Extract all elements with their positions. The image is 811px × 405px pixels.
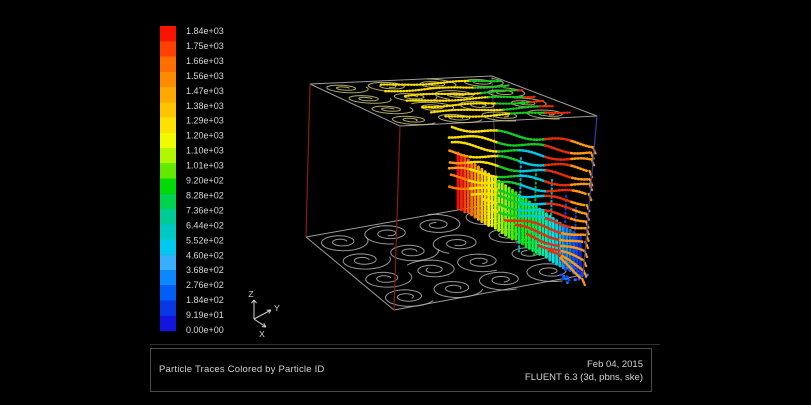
particle-dot (574, 278, 577, 281)
colorbar-label: 3.68e+02 (186, 265, 224, 275)
colorbar-label: 1.20e+03 (186, 131, 224, 141)
colorbar-segment (160, 133, 176, 148)
colorbar-segment (160, 301, 176, 316)
colorbar-segment (160, 270, 176, 285)
colorbar-label: 8.28e+02 (186, 190, 224, 200)
colorbar-label: 1.66e+03 (186, 56, 224, 66)
particle-strand (520, 170, 546, 171)
particle-dot (566, 275, 569, 278)
particle-strand (521, 203, 547, 204)
colorbar-label: 1.10e+03 (186, 146, 224, 156)
plot-date: Feb 04, 2015 (525, 359, 643, 372)
colorbar-segment (160, 57, 176, 72)
particle-strand (572, 228, 585, 229)
app-version: FLUENT 6.3 (3d, pbns, ske) (525, 372, 643, 385)
particle-dot (568, 279, 571, 282)
particle-strand (499, 176, 520, 177)
colorbar-label: 4.60e+02 (186, 250, 224, 260)
colorbar-label: 0.00e+00 (186, 325, 224, 335)
colorbar-segment (160, 255, 176, 270)
colorbar-label: 1.01e+03 (186, 161, 224, 171)
colorbar-segment (160, 102, 176, 117)
colorbar-label: 5.52e+02 (186, 235, 224, 245)
colorbar-label: 9.19e+01 (186, 310, 224, 320)
colorbar-segment (160, 163, 176, 178)
colorbar-segment (160, 224, 176, 239)
colorbar-label: 1.56e+03 (186, 71, 224, 81)
colorbar-segment (160, 26, 176, 41)
particle-strand (499, 150, 520, 151)
particle-strand (571, 184, 587, 185)
colorbar-label: 7.36e+02 (186, 205, 224, 215)
colorbar-segment (160, 316, 176, 331)
colorbar-segment (160, 240, 176, 255)
colorbar-label: 1.84e+03 (186, 26, 224, 36)
y-axis-label: Y (274, 303, 280, 313)
particle-strand (520, 196, 546, 197)
particle-strand (519, 210, 545, 211)
colorbar-label: 9.20e+02 (186, 176, 224, 186)
particle-dot (566, 281, 569, 284)
colorbar-segment (160, 194, 176, 209)
particle-dot (562, 275, 565, 278)
particle-dot (562, 277, 565, 280)
particle-strand (547, 190, 573, 191)
colorbar-label: 1.38e+03 (186, 101, 224, 111)
x-axis-label: X (259, 329, 265, 339)
colorbar-segment (160, 285, 176, 300)
colorbar-segment (160, 41, 176, 56)
colorbar-label: 1.47e+03 (186, 86, 224, 96)
colorbar-label: 1.75e+03 (186, 41, 224, 51)
particle-strand (572, 158, 590, 159)
colorbar-label: 6.44e+02 (186, 220, 224, 230)
caption-bar: Particle Traces Colored by Particle ID F… (150, 348, 652, 392)
colorbar-label: 1.84e+02 (186, 295, 224, 305)
viewport-divider (150, 344, 660, 345)
colorbar-segment (160, 148, 176, 163)
fluent-graphics-window: 1.84e+03 1.75e+03 1.66e+03 1.56e+03 1.47e+03… (0, 0, 811, 405)
surface-trace (511, 113, 546, 114)
particle-strand (470, 156, 499, 157)
colorbar-segment (160, 179, 176, 194)
surface-trace (546, 113, 570, 114)
colorbar-labels: 1.84e+03 1.75e+03 1.66e+03 1.56e+03 1.47e+03… (186, 26, 224, 335)
colorbar-segment (160, 118, 176, 133)
particle-dot (564, 268, 567, 271)
caption-title: Particle Traces Colored by Particle ID (159, 364, 324, 375)
colorbar-segment (160, 87, 176, 102)
particle-dot (564, 278, 567, 281)
colorbar-segment (160, 209, 176, 224)
colorbar (160, 26, 176, 331)
particle-strand (571, 153, 589, 154)
colorbar-segment (160, 72, 176, 87)
colorbar-label: 1.29e+03 (186, 116, 224, 126)
particle-strand (450, 162, 468, 163)
particle-dot (559, 273, 562, 276)
colorbar-label: 2.76e+02 (186, 280, 224, 290)
z-axis-label: Z (248, 289, 253, 299)
